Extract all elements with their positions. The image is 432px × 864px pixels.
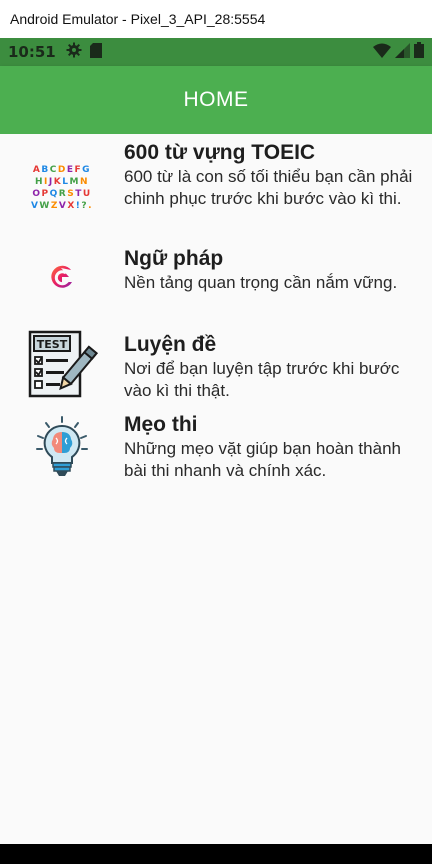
svg-text:OPQRSTU: OPQRSTU (32, 189, 91, 199)
item-title: Ngữ pháp (124, 247, 224, 270)
svg-text:ABCDEFG: ABCDEFG (33, 165, 91, 175)
list-item-practice-test[interactable]: TEST Luyện đề Nơi để bạn luyện tập trước… (0, 330, 432, 404)
item-title: Mẹo thi (124, 413, 198, 436)
grammar-logo-icon (47, 264, 77, 296)
battery-icon (414, 42, 424, 62)
signal-icon (395, 42, 410, 62)
list-item-vocabulary[interactable]: ABCDEFG HIJKLMN OPQRSTU VWZVX!?. 600 từ … (0, 140, 432, 216)
list-item-grammar[interactable]: Ngữ pháp Nền tảng quan trọng cần nắm vữn… (0, 246, 432, 296)
app-bar: HOME (0, 66, 432, 134)
wifi-icon (373, 43, 391, 62)
window-title-bar: Android Emulator - Pixel_3_API_28:5554 (0, 0, 432, 38)
svg-text:VWZVX!?.: VWZVX!?. (31, 201, 93, 211)
item-description: 600 từ là con số tối thiểu bạn cần phải … (124, 167, 413, 208)
window-title: Android Emulator - Pixel_3_API_28:5554 (10, 11, 266, 27)
test-paper-icon: TEST (26, 330, 98, 404)
navigation-bar (0, 844, 432, 864)
item-description: Những mẹo vặt giúp bạn hoàn thành bài th… (124, 439, 401, 480)
svg-text:HIJKLMN: HIJKLMN (35, 177, 89, 187)
list-item-tips[interactable]: Mẹo thi Những mẹo vặt giúp bạn hoàn thàn… (0, 412, 432, 482)
sd-card-icon (89, 42, 102, 62)
gear-icon (66, 42, 82, 62)
item-title: Luyện đề (124, 333, 217, 356)
page-title: HOME (183, 88, 249, 111)
item-description: Nơi để bạn luyện tập trước khi bước vào … (124, 359, 400, 400)
item-description: Nền tảng quan trọng cần nắm vững. (124, 273, 398, 292)
item-title: 600 từ vựng TOEIC (124, 141, 316, 164)
alphabet-icon: ABCDEFG HIJKLMN OPQRSTU VWZVX!?. (28, 162, 96, 216)
test-label: TEST (37, 338, 68, 351)
status-time: 10:51 (8, 43, 56, 61)
lightbulb-brain-icon (32, 416, 92, 482)
status-bar: 10:51 (0, 38, 432, 66)
topic-list: ABCDEFG HIJKLMN OPQRSTU VWZVX!?. 600 từ … (0, 134, 432, 844)
